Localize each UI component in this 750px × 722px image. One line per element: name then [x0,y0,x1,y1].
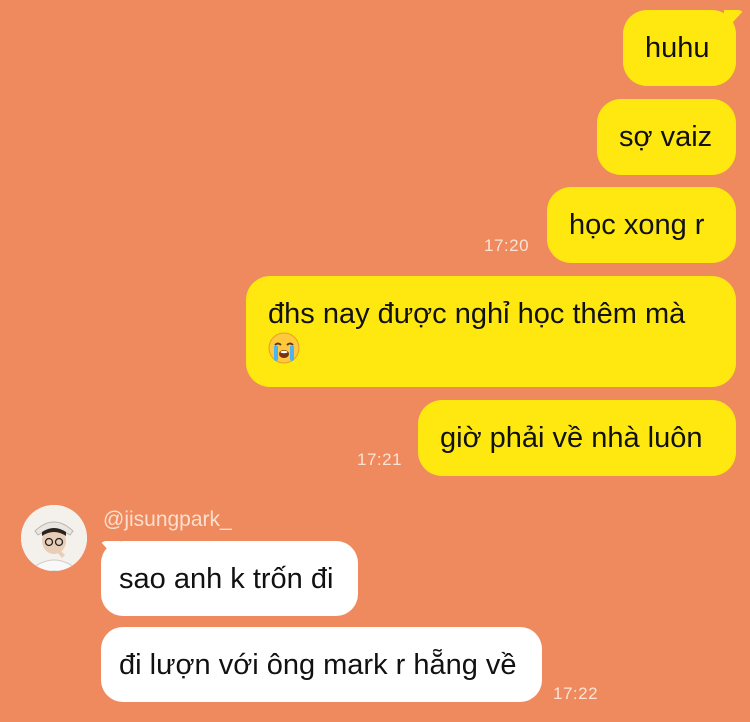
message-bubble-incoming[interactable]: đi lượn với ông mark r hẵng về [101,627,542,702]
message-bubble-outgoing[interactable]: giờ phải về nhà luôn [418,400,736,476]
message-bubble-outgoing[interactable]: huhu [623,10,736,86]
message-text: đhs nay được nghỉ học thêm mà [268,298,686,330]
avatar[interactable] [21,505,87,571]
message-bubble-outgoing[interactable]: sợ vaiz [597,99,736,175]
timestamp: 17:20 [484,236,530,255]
message-text: sợ vaiz [619,121,713,153]
timestamp: 17:21 [357,450,403,469]
message-bubble-incoming[interactable]: sao anh k trốn đi [101,541,358,616]
profile-photo-icon [21,505,87,571]
message-text: đi lượn với ông mark r hẵng về [119,649,517,681]
message-bubble-outgoing[interactable]: học xong r [547,187,736,263]
message-text: huhu [645,32,710,64]
contact-username[interactable]: @jisungpark_ [103,508,232,532]
message-text: học xong r [569,209,705,241]
message-text: giờ phải về nhà luôn [440,422,703,454]
message-text: sao anh k trốn đi [119,563,334,595]
timestamp: 17:22 [553,684,599,703]
message-bubble-outgoing[interactable]: đhs nay được nghỉ học thêm mà [246,276,736,387]
crying-face-icon [268,332,300,373]
